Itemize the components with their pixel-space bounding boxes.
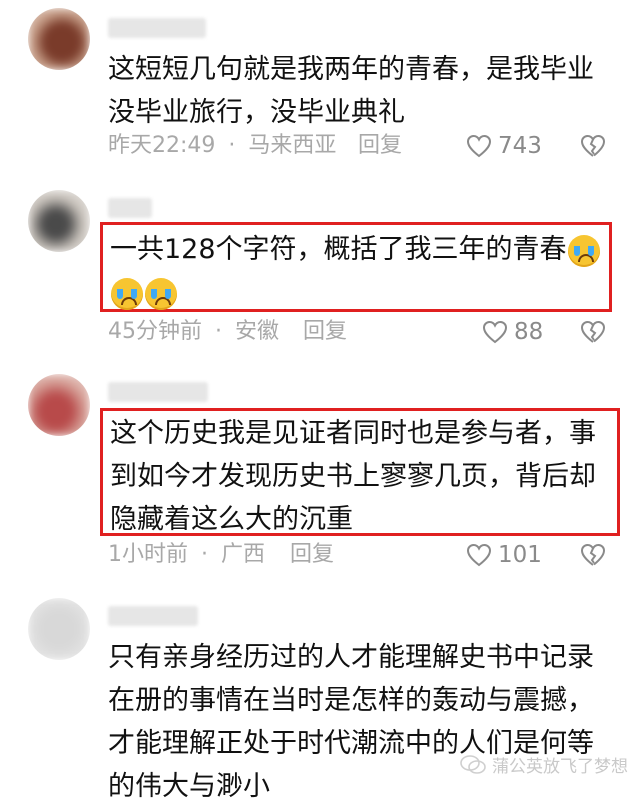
broken-heart-icon[interactable]: [580, 542, 606, 568]
watermark-text: 蒲公英放飞了梦想: [492, 757, 628, 777]
comment-line: 只有亲身经历过的人才能理解史书中记录: [108, 642, 594, 673]
location: 广西: [221, 542, 266, 567]
separator: ·: [201, 542, 208, 567]
username-blurred[interactable]: [108, 382, 208, 402]
avatar[interactable]: [28, 374, 90, 436]
comment-line: 这短短几句就是我两年的青春，是我毕业: [108, 54, 594, 85]
like-count: 743: [498, 133, 542, 159]
avatar[interactable]: [28, 8, 90, 70]
comment-text: 这个历史我是见证者同时也是参与者，事 到如今才发现历史书上寥寥几页，背后却 隐藏…: [110, 412, 596, 541]
broken-heart-icon[interactable]: [580, 319, 606, 345]
comment-meta: 45分钟前 · 安徽: [108, 317, 279, 347]
comment-line: [110, 271, 601, 314]
like-button[interactable]: 88: [482, 317, 543, 347]
wechat-icon: [460, 754, 486, 774]
timestamp: 45分钟前: [108, 319, 202, 344]
comment-text: 这短短几句就是我两年的青春，是我毕业 没毕业旅行，没毕业典礼: [108, 48, 594, 134]
heart-outline-icon: [482, 320, 508, 344]
reply-button[interactable]: 回复: [358, 131, 402, 161]
like-count: 101: [498, 542, 542, 568]
separator: ·: [228, 133, 236, 158]
like-button[interactable]: 743: [466, 131, 542, 161]
crying-face-emoji: [111, 277, 143, 310]
reply-button[interactable]: 回复: [290, 540, 334, 570]
timestamp: 昨天22:49: [108, 133, 216, 158]
broken-heart-icon[interactable]: [580, 133, 606, 159]
crying-face-emoji: [567, 234, 600, 267]
comment-line: 没毕业旅行，没毕业典礼: [108, 97, 405, 128]
comment-line: 隐藏着这么大的沉重: [110, 504, 353, 535]
username-blurred[interactable]: [108, 198, 152, 218]
location: 安徽: [235, 319, 280, 344]
reply-button[interactable]: 回复: [303, 317, 347, 347]
avatar[interactable]: [28, 190, 90, 252]
heart-outline-icon: [466, 134, 492, 158]
like-count: 88: [514, 319, 544, 345]
location: 马来西亚: [248, 133, 337, 158]
comment-line: 到如今才发现历史书上寥寥几页，背后却: [110, 461, 596, 492]
like-button[interactable]: 101: [466, 540, 542, 570]
separator: ·: [215, 319, 222, 344]
watermark: 蒲公英放飞了梦想: [460, 752, 628, 777]
heart-outline-icon: [466, 543, 492, 567]
username-blurred[interactable]: [108, 18, 206, 38]
comment-meta: 昨天22:49 · 马来西亚: [108, 131, 336, 161]
comment-meta: 1小时前 · 广西: [108, 540, 265, 570]
avatar[interactable]: [28, 598, 90, 660]
comment-line: 一共128个字符，概括了我三年的青春: [110, 228, 601, 271]
comment-text: 只有亲身经历过的人才能理解史书中记录 在册的事情在当时是怎样的轰动与震撼， 才能…: [108, 636, 594, 808]
crying-face-emoji: [145, 277, 177, 310]
username-blurred[interactable]: [108, 606, 198, 626]
comment-line: 这个历史我是见证者同时也是参与者，事: [110, 418, 596, 449]
timestamp: 1小时前: [108, 542, 188, 567]
comment-text: 一共128个字符，概括了我三年的青春: [110, 228, 601, 314]
comment-line: 在册的事情在当时是怎样的轰动与震撼，: [108, 685, 594, 716]
